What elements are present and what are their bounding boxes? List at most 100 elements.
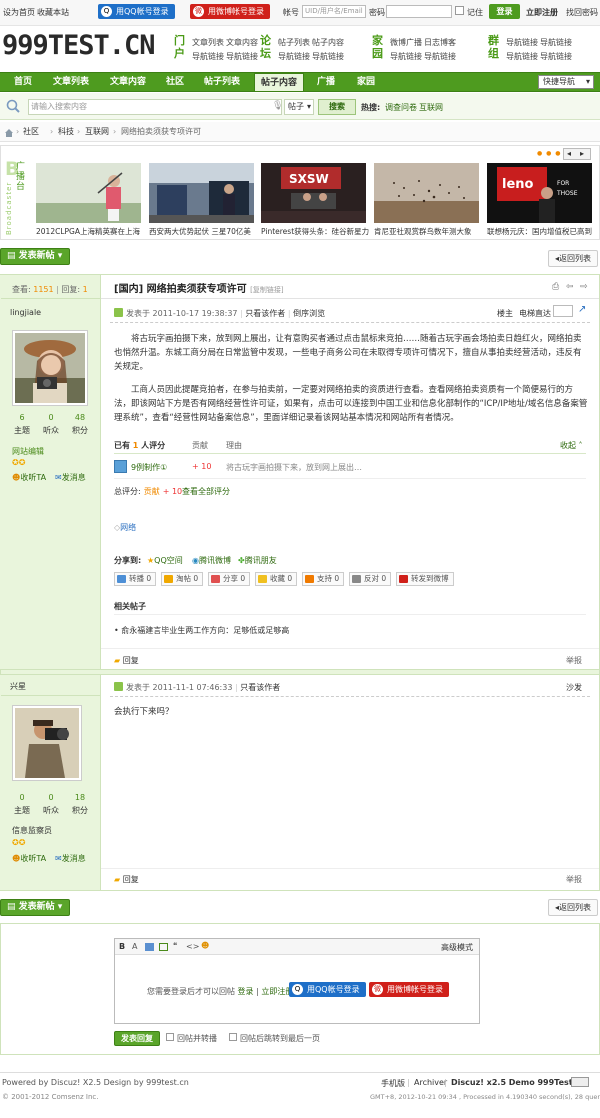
main-nav-item[interactable]: 首页	[6, 73, 40, 91]
post1-report-link[interactable]: 举报	[566, 655, 582, 666]
arrow-left-icon[interactable]: ◂	[567, 149, 571, 158]
post2-avatar[interactable]	[12, 705, 82, 781]
main-nav-item[interactable]: 社区	[160, 73, 190, 91]
retweet-checkbox[interactable]	[166, 1033, 174, 1041]
forgot-password-link[interactable]: 找回密码	[566, 7, 598, 18]
main-nav-item[interactable]: 广播	[310, 73, 342, 91]
link-icon[interactable]	[159, 943, 168, 951]
rater-name[interactable]: 9例制作①	[131, 462, 167, 473]
broadcast-caption[interactable]: 肯尼亚社观赏群鸟数年测大象	[374, 226, 482, 237]
share-qzone[interactable]: ★QQ空间	[147, 555, 183, 566]
post2-follow-button[interactable]: ☻收听TA	[12, 853, 46, 864]
code-icon[interactable]: <>	[186, 942, 199, 951]
reverse-order-link[interactable]: 倒序浏览	[293, 309, 325, 318]
subnav-group-heading[interactable]: 门户	[174, 34, 186, 60]
subnav-link[interactable]: 导航链接	[424, 50, 456, 63]
share-tencent-weibo[interactable]: ◉腾讯微博	[192, 555, 231, 566]
subnav-link[interactable]: 导航链接	[278, 50, 310, 63]
new-post-button[interactable]: ▤ 发表新帖 ▾	[0, 248, 70, 265]
post2-report-link[interactable]: 举报	[566, 874, 582, 885]
post1-threads-count[interactable]: 6	[7, 413, 37, 422]
color-icon[interactable]: A	[132, 942, 137, 951]
subnav-link[interactable]: 导航链接	[226, 50, 258, 63]
subnav-link[interactable]: 导航链接	[540, 36, 572, 49]
post2-followers-count[interactable]: 0	[36, 793, 66, 802]
register-link[interactable]: 立即注册	[526, 7, 558, 18]
post1-avatar[interactable]	[12, 330, 88, 406]
retweet-button[interactable]: 转播 0	[114, 572, 156, 586]
tag-link[interactable]: ◇网络	[114, 522, 136, 533]
submit-reply-button[interactable]: 发表回复	[114, 1031, 160, 1046]
subnav-link[interactable]: 导航链接	[312, 50, 344, 63]
password-input[interactable]	[386, 5, 452, 18]
carousel-dots[interactable]: ● ● ●	[537, 150, 562, 157]
bold-icon[interactable]: B	[119, 942, 125, 951]
oppose-button[interactable]: 反对 0	[349, 572, 391, 586]
subnav-group-heading[interactable]: 群组	[488, 34, 500, 60]
support-button[interactable]: 支持 0	[302, 572, 344, 586]
account-input[interactable]: UID/用户名/Email	[302, 5, 366, 18]
post1-message-button[interactable]: ✉发消息	[55, 472, 86, 483]
image-icon[interactable]	[145, 943, 154, 951]
arrow-right-icon[interactable]: ▸	[580, 149, 584, 158]
jump-last-checkbox[interactable]	[229, 1033, 237, 1041]
share-tencent-friend[interactable]: ✤腾讯朋友	[238, 555, 277, 566]
home-icon[interactable]	[4, 126, 14, 137]
post1-author-name[interactable]: lingjiale	[10, 308, 41, 317]
previous-thread-icon[interactable]: ⇦	[566, 282, 574, 292]
breadcrumb-community[interactable]: 社区	[23, 122, 39, 141]
only-author-link[interactable]: 只看该作者	[245, 309, 285, 318]
advanced-mode-link[interactable]: 高级模式	[441, 942, 473, 953]
post1-followers-count[interactable]: 0	[36, 413, 66, 422]
broadcast-caption[interactable]: 联想杨元庆：国内增值税已高到	[487, 226, 599, 237]
main-nav-item[interactable]: 帖子内容	[254, 73, 304, 91]
back-to-list-button[interactable]: ◂返回列表	[548, 250, 598, 267]
login-button[interactable]: 登录	[489, 4, 520, 19]
main-nav-item[interactable]: 文章列表	[46, 73, 96, 91]
microphone-icon[interactable]: 🎙	[272, 101, 283, 111]
mobile-link[interactable]: 手机版	[381, 1078, 405, 1089]
subnav-link[interactable]: 帖子内容	[312, 36, 344, 49]
smiley-icon[interactable]: ☻	[201, 941, 209, 950]
site-logo[interactable]: 999TEST.CN	[2, 30, 156, 61]
forward-to-weibo-button[interactable]: 转发到微博	[396, 572, 454, 586]
back-to-list-button[interactable]: ◂返回列表	[548, 899, 598, 916]
broadcast-caption[interactable]: 2012CLPGA上海精英赛在上海	[36, 226, 144, 237]
print-icon[interactable]: ⎙	[552, 282, 559, 292]
breadcrumb-tech[interactable]: 科技	[58, 122, 74, 141]
rater-avatar[interactable]	[114, 460, 127, 473]
favorite-button[interactable]: 收藏 0	[255, 572, 297, 586]
collect-thread-button[interactable]: 淘帖 0	[161, 572, 203, 586]
subnav-group-heading[interactable]: 论坛	[260, 34, 272, 60]
search-scope-select[interactable]: 帖子 ▾	[284, 99, 314, 115]
subnav-group-heading[interactable]: 家园	[372, 34, 384, 60]
post2-credits-count[interactable]: 18	[65, 793, 95, 802]
hot-search-link[interactable]: 调查问卷	[385, 102, 417, 113]
post1-reply-button[interactable]: ▰ 回复	[114, 655, 139, 666]
rate-collapse-link[interactable]: 收起 ˄	[560, 440, 583, 451]
editor-qq-login-button[interactable]: Q 用QQ帐号登录	[289, 982, 366, 997]
cnzz-badge-icon[interactable]	[571, 1077, 589, 1087]
subnav-link[interactable]: 帖子列表	[278, 36, 310, 49]
quote-icon[interactable]: ❝	[173, 941, 177, 950]
teleport-go-icon[interactable]: ↗	[578, 304, 586, 315]
broadcast-caption[interactable]: 西安两大优势起伏 三星70亿美	[149, 226, 257, 237]
editor-weibo-login-button[interactable]: 微用微博帐号登录	[369, 982, 449, 997]
demo-link[interactable]: Discuz! x2.5 Demo 999Test.cn	[451, 1078, 586, 1087]
main-nav-item[interactable]: 帖子列表	[196, 73, 248, 91]
quick-nav-button[interactable]: 快捷导航 ▾	[538, 75, 594, 89]
post1-follow-button[interactable]: ☻收听TA	[12, 472, 46, 483]
only-author-link[interactable]: 只看该作者	[240, 683, 280, 692]
subnav-link[interactable]: 导航链接	[192, 50, 224, 63]
copy-link[interactable]: [复制链接]	[250, 286, 283, 294]
search-input[interactable]: 请输入搜索内容	[28, 99, 282, 115]
qq-login-button[interactable]: Q 用QQ帐号登录	[98, 4, 175, 19]
hot-search-link[interactable]: 互联网	[419, 102, 443, 113]
teleport-input[interactable]	[553, 305, 573, 317]
subnav-link[interactable]: 导航链接	[390, 50, 422, 63]
broadcast-image-birds[interactable]	[374, 163, 479, 223]
subnav-link[interactable]: 文章列表	[192, 36, 224, 49]
post2-reply-button[interactable]: ▰ 回复	[114, 874, 139, 885]
post2-threads-count[interactable]: 0	[7, 793, 37, 802]
editor-login-link[interactable]: 登录	[238, 987, 254, 996]
